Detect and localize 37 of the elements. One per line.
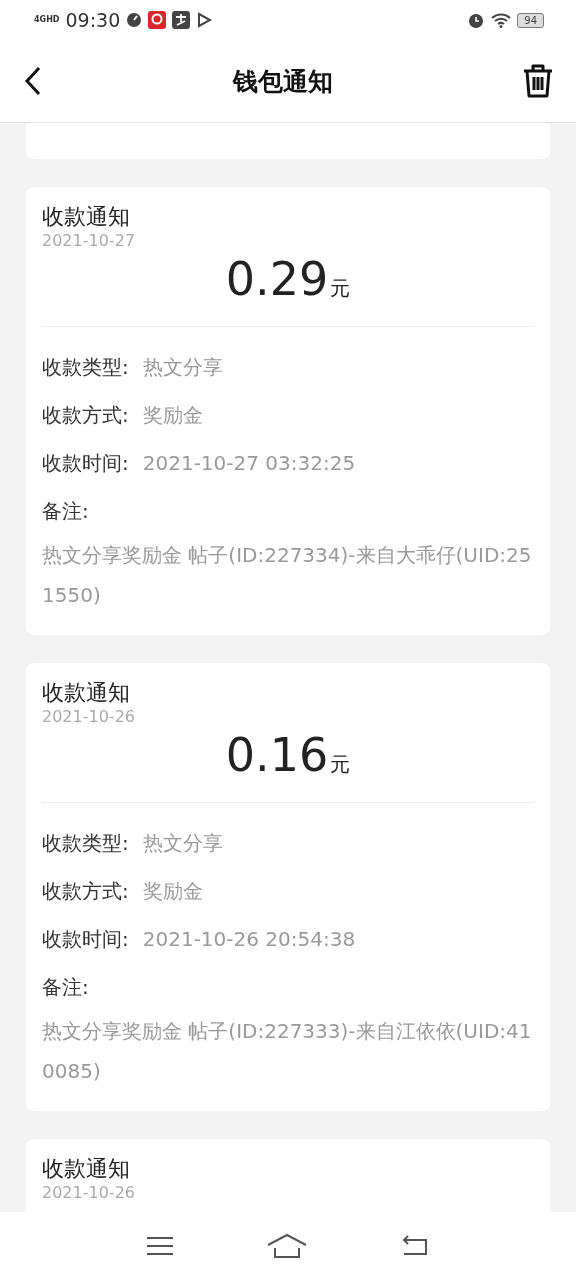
remark-text: 热文分享奖励金 帖子(ID:227333)-来自江依依(UID:410085) bbox=[42, 1018, 533, 1085]
battery-level: 94 bbox=[517, 12, 544, 28]
network-indicator: 4GHD bbox=[34, 16, 60, 24]
app-icon bbox=[172, 11, 191, 29]
field-label: 备注: bbox=[42, 498, 90, 525]
field-value: 2021-10-27 03:32:25 bbox=[142, 450, 356, 477]
notice-date: 2021-10-27 bbox=[42, 231, 136, 251]
app-icon bbox=[148, 11, 167, 29]
remark-text: 热文分享奖励金 帖子(ID:227334)-来自大乖仔(UID:251550) bbox=[42, 542, 533, 609]
page-title: 钱包通知 bbox=[233, 65, 333, 98]
alarm-icon bbox=[467, 11, 486, 29]
notice-date: 2021-10-26 bbox=[42, 707, 136, 727]
field-value: 奖励金 bbox=[142, 878, 203, 905]
amount: 0.16 元 bbox=[42, 727, 534, 803]
notice-title: 收款通知 bbox=[42, 203, 131, 231]
wifi-icon bbox=[491, 12, 512, 28]
field-label: 收款方式: bbox=[42, 878, 129, 905]
field-label: 收款类型: bbox=[42, 830, 129, 857]
field-value: 奖励金 bbox=[142, 402, 203, 429]
gauge-icon bbox=[126, 12, 143, 28]
trash-icon[interactable] bbox=[522, 63, 554, 99]
home-icon[interactable] bbox=[267, 1233, 307, 1259]
field-label: 备注: bbox=[42, 974, 90, 1001]
notice-date: 2021-10-26 bbox=[42, 1183, 136, 1203]
field-value: 热文分享 bbox=[142, 354, 223, 381]
field-label: 收款类型: bbox=[42, 354, 129, 381]
field-label: 收款时间: bbox=[42, 450, 129, 477]
field-value: 热文分享 bbox=[142, 830, 223, 857]
notice-title: 收款通知 bbox=[42, 679, 131, 707]
amount: 0.29 元 bbox=[42, 251, 534, 327]
clock: 09:30 bbox=[65, 9, 121, 31]
menu-icon[interactable] bbox=[146, 1235, 175, 1257]
notice-title: 收款通知 bbox=[42, 1155, 131, 1183]
field-label: 收款方式: bbox=[42, 402, 129, 429]
field-label: 收款时间: bbox=[42, 926, 129, 953]
field-value: 2021-10-26 20:54:38 bbox=[142, 926, 356, 953]
play-icon bbox=[196, 12, 213, 28]
